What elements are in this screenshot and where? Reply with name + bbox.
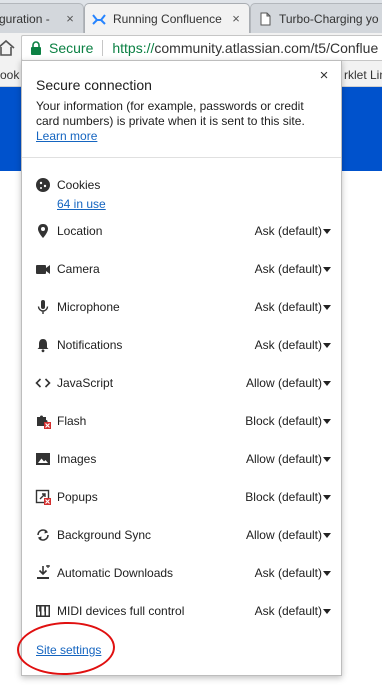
tab-turbo-charging[interactable]: Turbo-Charging yo bbox=[250, 3, 382, 33]
permission-value-dropdown[interactable]: Allow (default) bbox=[246, 452, 322, 466]
dropdown-caret-icon[interactable] bbox=[323, 608, 331, 614]
secure-label[interactable]: Secure bbox=[49, 40, 93, 56]
tab-running-confluence[interactable]: Running Confluence × bbox=[84, 3, 250, 33]
tab-close-icon[interactable]: × bbox=[229, 11, 243, 26]
permission-value-dropdown[interactable]: Ask (default) bbox=[255, 262, 322, 276]
dropdown-caret-icon[interactable] bbox=[323, 570, 331, 576]
dropdown-caret-icon[interactable] bbox=[323, 228, 331, 234]
code-brackets-icon bbox=[35, 378, 51, 388]
piano-icon bbox=[36, 605, 50, 617]
permission-value-dropdown[interactable]: Ask (default) bbox=[255, 338, 322, 352]
microphone-icon bbox=[37, 300, 49, 314]
permission-label: Location bbox=[57, 224, 103, 238]
lock-icon[interactable] bbox=[30, 41, 42, 55]
url-scheme: https:// bbox=[112, 40, 155, 56]
connection-description-text: Your information (for example, passwords… bbox=[36, 99, 305, 128]
toolbar: Secure https:// community.atlassian.com/… bbox=[0, 33, 382, 63]
permission-label: Popups bbox=[57, 490, 98, 504]
permission-value-dropdown[interactable]: Ask (default) bbox=[255, 300, 322, 314]
dropdown-caret-icon[interactable] bbox=[323, 456, 331, 462]
camera-icon bbox=[36, 265, 50, 274]
connection-title: Secure connection bbox=[36, 77, 152, 93]
bell-icon bbox=[37, 339, 49, 353]
permission-value-dropdown[interactable]: Block (default) bbox=[245, 414, 322, 428]
dropdown-caret-icon[interactable] bbox=[323, 266, 331, 272]
permission-label: MIDI devices full control bbox=[57, 604, 185, 618]
permission-row-automatic-downloads: Automatic Downloads Ask (default) bbox=[22, 561, 341, 585]
puzzle-blocked-icon bbox=[37, 415, 51, 429]
sync-icon bbox=[37, 529, 49, 541]
popup-blocked-icon bbox=[35, 489, 51, 505]
dropdown-caret-icon[interactable] bbox=[323, 494, 331, 500]
omnibox-divider bbox=[102, 40, 104, 56]
permission-row-camera: Camera Ask (default) bbox=[22, 257, 341, 281]
url-text: community.atlassian.com/t5/Conflue bbox=[154, 40, 379, 56]
bookmark-item[interactable]: ook bbox=[0, 68, 19, 82]
dropdown-caret-icon[interactable] bbox=[323, 304, 331, 310]
dropdown-caret-icon[interactable] bbox=[323, 380, 331, 386]
permission-label: Images bbox=[57, 452, 97, 466]
tab-title: guration - bbox=[0, 11, 50, 26]
dropdown-caret-icon[interactable] bbox=[323, 532, 331, 538]
permission-value-dropdown[interactable]: Allow (default) bbox=[246, 528, 322, 542]
connection-description: Your information (for example, passwords… bbox=[36, 99, 326, 144]
permission-row-midi: MIDI devices full control Ask (default) bbox=[22, 599, 341, 623]
cookies-row: Cookies bbox=[22, 173, 341, 197]
download-icon bbox=[37, 565, 50, 579]
cookies-in-use-link[interactable]: 64 in use bbox=[57, 197, 106, 211]
permission-row-popups: Popups Block (default) bbox=[22, 485, 341, 509]
permission-label: Notifications bbox=[57, 338, 123, 352]
connection-section: Secure connection × Your information (fo… bbox=[22, 61, 341, 158]
page-info-popup: Secure connection × Your information (fo… bbox=[21, 60, 342, 676]
learn-more-link[interactable]: Learn more bbox=[36, 129, 97, 143]
dropdown-caret-icon[interactable] bbox=[323, 342, 331, 348]
permission-value-dropdown[interactable]: Ask (default) bbox=[255, 604, 322, 618]
permission-value-dropdown[interactable]: Ask (default) bbox=[255, 566, 322, 580]
close-icon[interactable]: × bbox=[316, 67, 332, 84]
permission-value-dropdown[interactable]: Ask (default) bbox=[255, 224, 322, 238]
cookies-label: Cookies bbox=[57, 178, 101, 192]
tab-configuration[interactable]: guration - × bbox=[0, 3, 84, 33]
tab-close-icon[interactable]: × bbox=[63, 11, 77, 26]
permission-row-images: Images Allow (default) bbox=[22, 447, 341, 471]
permission-label: JavaScript bbox=[57, 376, 114, 390]
permission-row-notifications: Notifications Ask (default) bbox=[22, 333, 341, 357]
tab-strip: guration - × Running Confluence × Turbo-… bbox=[0, 0, 382, 33]
permission-label: Background Sync bbox=[57, 528, 152, 542]
confluence-favicon-icon bbox=[92, 13, 106, 25]
permission-row-flash: Flash Block (default) bbox=[22, 409, 341, 433]
bookmark-item[interactable]: rklet Lin bbox=[344, 68, 382, 82]
home-icon[interactable] bbox=[0, 38, 18, 58]
dropdown-caret-icon[interactable] bbox=[323, 418, 331, 424]
address-bar[interactable]: Secure https:// community.atlassian.com/… bbox=[21, 35, 382, 61]
permission-row-microphone: Microphone Ask (default) bbox=[22, 295, 341, 319]
permission-value-dropdown[interactable]: Block (default) bbox=[245, 490, 322, 504]
permission-row-location: Location Ask (default) bbox=[22, 219, 341, 243]
permission-label: Automatic Downloads bbox=[57, 566, 174, 580]
permission-label: Camera bbox=[57, 262, 100, 276]
location-pin-icon bbox=[38, 224, 48, 238]
tab-title: Running Confluence bbox=[113, 11, 222, 26]
tab-title: Turbo-Charging yo bbox=[279, 11, 379, 26]
document-favicon-icon bbox=[260, 12, 271, 25]
permission-label: Flash bbox=[57, 414, 87, 428]
image-icon bbox=[36, 453, 50, 465]
cookie-icon bbox=[36, 178, 50, 192]
permission-row-javascript: JavaScript Allow (default) bbox=[22, 371, 341, 395]
permission-label: Microphone bbox=[57, 300, 120, 314]
permission-value-dropdown[interactable]: Allow (default) bbox=[246, 376, 322, 390]
permission-row-background-sync: Background Sync Allow (default) bbox=[22, 523, 341, 547]
